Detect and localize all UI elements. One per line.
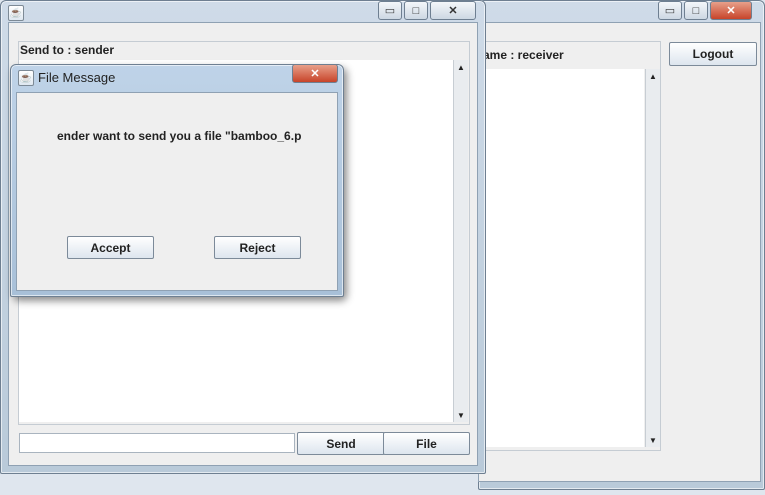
scroll-up-icon[interactable]: ▲: [454, 60, 468, 74]
receiver-scrollbar[interactable]: ▲ ▼: [645, 69, 660, 447]
dialog-close-button[interactable]: ✕: [292, 64, 338, 83]
message-input[interactable]: [19, 433, 295, 453]
receiver-client-area: ame : receiver ▲ ▼ Logout: [478, 22, 761, 482]
sender-close-button[interactable]: ✕: [430, 1, 476, 20]
send-button[interactable]: Send: [297, 432, 385, 455]
receiver-maximize-button[interactable]: □: [684, 1, 708, 20]
receiver-window: ▭ □ ✕ ame : receiver ▲ ▼ Logout: [478, 0, 765, 490]
java-cup-icon: ☕: [18, 70, 34, 86]
java-cup-icon: ☕: [8, 5, 24, 21]
sender-scrollbar[interactable]: ▲ ▼: [453, 60, 468, 422]
receiver-minimize-button[interactable]: ▭: [658, 1, 682, 20]
file-button[interactable]: File: [383, 432, 470, 455]
sender-minimize-button[interactable]: ▭: [378, 1, 402, 20]
logout-button[interactable]: Logout: [669, 42, 757, 66]
file-message-dialog: ☕ File Message ✕ ender want to send you …: [10, 64, 344, 297]
dialog-client-area: ender want to send you a file "bamboo_6.…: [16, 92, 338, 291]
send-to-label: Send to : sender: [20, 43, 115, 57]
accept-button[interactable]: Accept: [67, 236, 154, 259]
reject-button[interactable]: Reject: [214, 236, 301, 259]
receiver-chat-area[interactable]: [479, 69, 644, 447]
dialog-title: File Message: [38, 70, 116, 85]
scroll-down-icon[interactable]: ▼: [454, 408, 468, 422]
receiver-name-label: ame : receiver: [483, 48, 564, 62]
dialog-message: ender want to send you a file "bamboo_6.…: [57, 129, 301, 143]
scroll-up-icon[interactable]: ▲: [646, 69, 660, 83]
receiver-close-button[interactable]: ✕: [710, 1, 752, 20]
scroll-down-icon[interactable]: ▼: [646, 433, 660, 447]
sender-maximize-button[interactable]: □: [404, 1, 428, 20]
